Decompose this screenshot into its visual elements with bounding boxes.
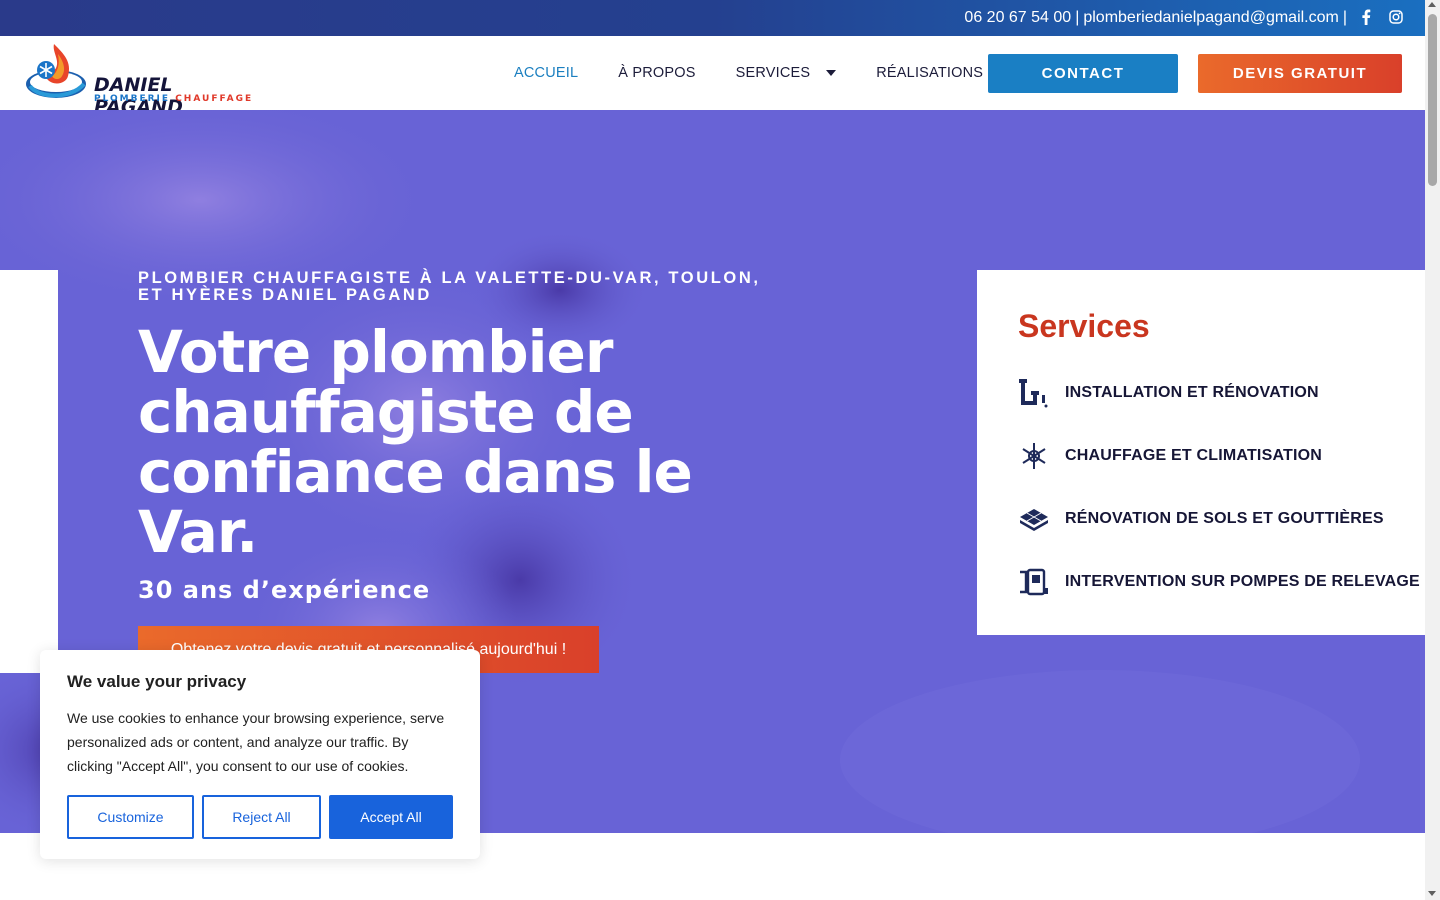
page-scrollbar[interactable] [1425,0,1440,900]
service-label: RÉNOVATION DE SOLS ET GOUTTIÈRES [1065,509,1384,527]
logo-sub-plomberie: PLOMBERIE [94,94,171,104]
pump-icon [1018,566,1050,598]
customize-button[interactable]: Customize [67,795,194,839]
service-item[interactable]: CHAUFFAGE ET CLIMATISATION [1018,424,1425,487]
service-label: INTERVENTION SUR POMPES DE RELEVAGE [1065,572,1420,590]
service-item[interactable]: RÉNOVATION DE SOLS ET GOUTTIÈRES [1018,487,1425,550]
logo-mark-icon [26,44,86,98]
hero-tagline: PLOMBIER CHAUFFAGISTE À LA VALETTE-DU-VA… [138,269,761,304]
logo[interactable]: DANIEL PAGAND PLOMBERIE CHAUFFAGE [24,40,264,118]
pipe-icon [1018,377,1050,409]
facebook-icon[interactable] [1361,9,1371,28]
top-contact-bar: 06 20 67 54 00 | plomberiedanielpagand@g… [0,0,1425,36]
nav-label: SERVICES [735,65,811,81]
nav-item-a-propos[interactable]: À PROPOS [618,65,695,81]
email-link[interactable]: plomberiedanielpagand@gmail.com [1083,9,1339,27]
nav-item-accueil[interactable]: ACCUEIL [514,65,578,81]
services-card: Services INSTALLATION ET RÉNOVATION CHAU… [977,270,1425,635]
phone-link[interactable]: 06 20 67 54 00 [964,9,1071,27]
floor-tiles-icon [1018,503,1050,535]
social-links [1361,9,1403,28]
instagram-icon[interactable] [1389,9,1403,27]
main-nav: ACCUEIL À PROPOS SERVICES RÉALISATIONS [514,36,983,110]
logo-sub-chauffage: CHAUFFAGE [175,94,254,104]
cookie-consent-banner: We value your privacy We use cookies to … [40,650,480,859]
nav-item-services[interactable]: SERVICES [736,65,837,81]
nav-label: À PROPOS [618,65,696,81]
service-item[interactable]: INTERVENTION SUR POMPES DE RELEVAGE [1018,550,1425,613]
scroll-down-arrow-icon[interactable] [1428,891,1436,896]
cookie-title: We value your privacy [67,672,247,691]
contact-button[interactable]: CONTACT [988,54,1178,93]
nav-label: ACCUEIL [514,65,579,81]
hero-headline: Votre plombier chauffagiste de confiance… [138,318,693,566]
site-header: DANIEL PAGAND PLOMBERIE CHAUFFAGE ACCUEI… [0,36,1425,118]
service-label: CHAUFFAGE ET CLIMATISATION [1065,446,1323,464]
scroll-up-arrow-icon[interactable] [1428,2,1436,7]
snowflake-sun-icon [1018,440,1050,472]
nav-item-realisations[interactable]: RÉALISATIONS [876,65,983,81]
service-label: INSTALLATION ET RÉNOVATION [1065,383,1319,401]
cookie-body: We use cookies to enhance your browsing … [67,710,445,774]
chevron-down-icon[interactable] [826,70,837,76]
hero-experience: 30 ans d’expérience [138,576,431,604]
services-title: Services [1018,308,1150,344]
scrollbar-thumb[interactable] [1428,14,1437,186]
separator: | [1342,9,1347,26]
nav-label: RÉALISATIONS [876,65,984,81]
logo-subtitle: PLOMBERIE CHAUFFAGE [94,94,253,104]
separator: | [1075,9,1080,26]
cookie-buttons: Customize Reject All Accept All [67,795,453,839]
accept-all-button[interactable]: Accept All [329,795,453,839]
devis-gratuit-button[interactable]: DEVIS GRATUIT [1198,54,1402,93]
hero-left-white-strip [0,270,58,673]
service-item[interactable]: INSTALLATION ET RÉNOVATION [1018,361,1425,424]
reject-all-button[interactable]: Reject All [202,795,321,839]
contact-line: 06 20 67 54 00 | plomberiedanielpagand@g… [964,9,1347,27]
